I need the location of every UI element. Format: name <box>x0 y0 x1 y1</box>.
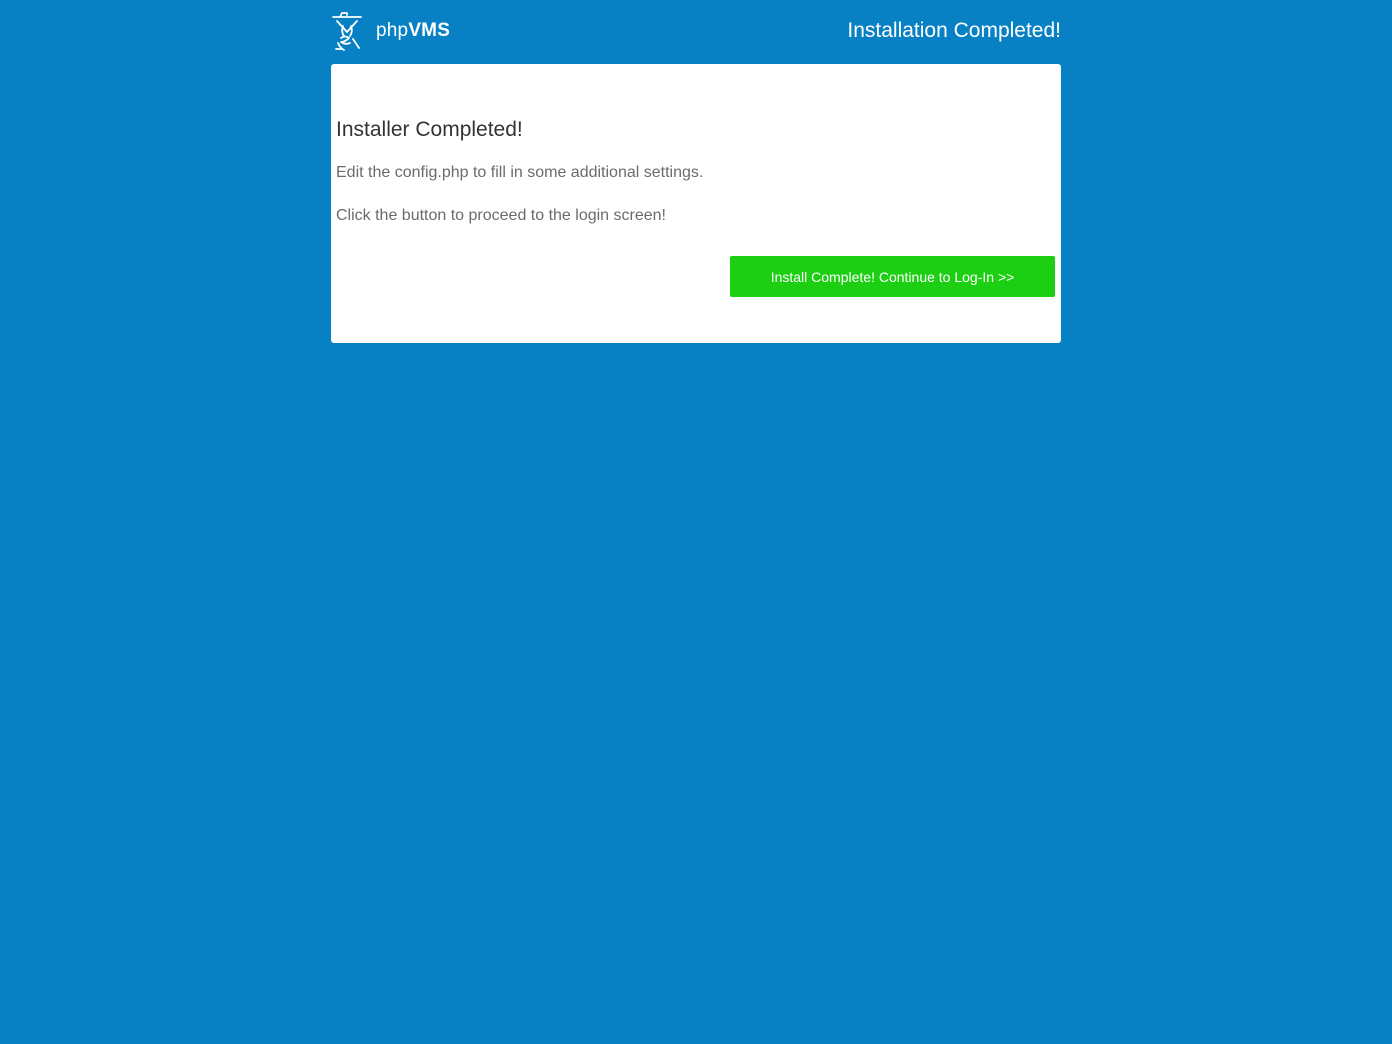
brand[interactable]: phpVMS <box>331 12 450 52</box>
brand-suffix: VMS <box>408 20 451 41</box>
install-complete-card: Installer Completed! Edit the config.php… <box>331 64 1061 343</box>
proceed-instruction-text: Click the button to proceed to the login… <box>336 207 666 224</box>
page-container: phpVMS Installation Completed! Installer… <box>331 0 1061 343</box>
brand-prefix: php <box>376 20 409 41</box>
brand-name: phpVMS <box>376 20 450 42</box>
config-instruction-text: Edit the config.php to fill in some addi… <box>336 164 704 181</box>
header: phpVMS Installation Completed! <box>331 0 1061 64</box>
continue-to-login-button[interactable]: Install Complete! Continue to Log-In >> <box>730 256 1055 297</box>
card-title: Installer Completed! <box>336 118 523 141</box>
phpvms-logo-icon <box>332 12 362 51</box>
page-title: Installation Completed! <box>847 19 1061 42</box>
